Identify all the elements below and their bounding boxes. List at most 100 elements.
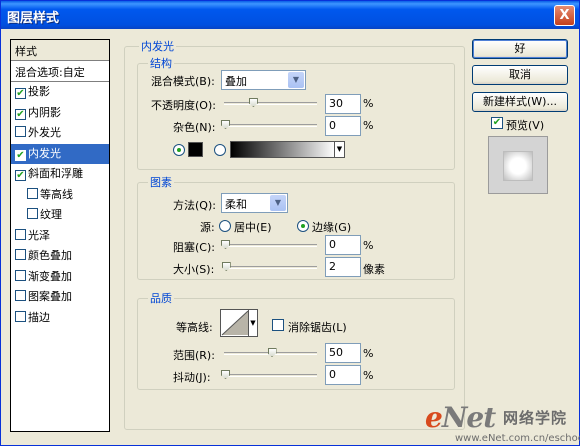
source-edge-radio[interactable] — [297, 220, 309, 232]
style-list-item[interactable]: 等高线 — [11, 185, 109, 206]
glow-gradient-swatch[interactable] — [230, 141, 336, 158]
opacity-slider-track[interactable] — [224, 102, 317, 105]
antialias-label[interactable]: 消除锯齿(L) — [288, 319, 347, 335]
contour-picker[interactable]: ▼ — [220, 309, 258, 337]
style-checkbox[interactable] — [15, 310, 26, 322]
style-list-item[interactable]: ✔ 内发光 — [11, 143, 109, 164]
style-list-item[interactable]: 渐变叠加 — [11, 267, 109, 288]
size-unit: 像素 — [363, 263, 385, 276]
noise-input[interactable]: 0 — [325, 116, 361, 136]
watermark-cn-text: 网络学院 — [503, 409, 568, 427]
style-list-header[interactable]: 样式 — [11, 40, 109, 61]
style-preview-thumbnail — [488, 136, 548, 194]
chevron-down-icon: ▼ — [270, 195, 286, 211]
ok-button[interactable]: 好 — [472, 39, 568, 59]
size-input[interactable]: 2 — [325, 257, 361, 277]
new-style-button[interactable]: 新建样式(W)... — [472, 92, 568, 112]
size-label: 大小(S): — [173, 263, 215, 276]
opacity-label: 不透明度(O): — [151, 99, 216, 112]
style-list-item-label: 颜色叠加 — [28, 249, 72, 262]
cancel-button[interactable]: 取消 — [472, 65, 568, 85]
style-checkbox[interactable] — [15, 290, 26, 301]
style-list-item-label: 内阴影 — [28, 105, 61, 119]
style-list-item[interactable]: ✔ 内阴影 — [11, 103, 109, 124]
style-list-item-label: 描边 — [28, 310, 50, 324]
range-input[interactable]: 50 — [325, 343, 361, 363]
preview-checkbox[interactable]: ✔ — [491, 117, 503, 129]
contour-curve-icon — [221, 310, 249, 336]
style-checkbox[interactable]: ✔ — [15, 88, 26, 99]
preview-swatch — [503, 151, 533, 181]
style-list-item-label: 外发光 — [28, 126, 61, 139]
style-checkbox[interactable]: ✔ — [15, 149, 26, 161]
choke-slider-track[interactable] — [224, 244, 317, 247]
style-checkbox[interactable] — [27, 187, 38, 199]
style-list-item[interactable]: 颜色叠加 — [11, 246, 109, 267]
style-checkbox[interactable]: ✔ — [15, 170, 26, 181]
contour-dropdown-arrow[interactable]: ▼ — [248, 310, 257, 336]
inner-glow-title: 内发光 — [139, 38, 176, 54]
blend-mode-value: 叠加 — [225, 75, 247, 88]
style-list-items: ✔ 投影 ✔ 内阴影 外发光 ✔ 内发光 ✔ 斜面和浮雕 等高线 纹理 光泽 颜色叠加 渐变叠加 图案叠加描… — [11, 82, 109, 328]
style-checkbox[interactable] — [15, 228, 26, 240]
gradient-dropdown-arrow[interactable]: ▼ — [334, 141, 345, 158]
structure-title: 结构 — [148, 55, 174, 71]
antialias-checkbox[interactable] — [272, 319, 284, 331]
jitter-label: 抖动(J): — [173, 371, 211, 384]
technique-select[interactable]: 柔和 ▼ — [221, 193, 288, 213]
source-label: 源: — [200, 221, 215, 234]
blend-mode-label: 混合模式(B): — [151, 75, 215, 88]
gradient-radio[interactable] — [214, 144, 226, 156]
style-checkbox[interactable] — [27, 208, 38, 219]
style-list-item-label: 渐变叠加 — [28, 269, 72, 283]
blend-mode-select[interactable]: 叠加 ▼ — [221, 70, 306, 90]
solid-color-radio[interactable] — [173, 144, 185, 156]
enet-watermark: eNet 网络学院 www.eNet.com.cn/eschool — [425, 401, 580, 445]
range-unit: % — [363, 347, 374, 360]
style-checkbox[interactable] — [15, 249, 26, 260]
style-list-item[interactable]: 描边 — [11, 308, 109, 329]
range-label: 范围(R): — [173, 349, 215, 362]
watermark-url: www.eNet.com.cn/eschool — [455, 433, 580, 444]
quality-title: 品质 — [148, 290, 174, 306]
style-list-item-label: 斜面和浮雕 — [28, 167, 83, 180]
style-list-item[interactable]: ✔ 投影 — [11, 82, 109, 103]
enet-logo: eNet — [425, 401, 496, 434]
window-title: 图层样式 — [7, 11, 60, 26]
noise-unit: % — [363, 119, 374, 132]
source-center-label[interactable]: 居中(E) — [234, 219, 272, 235]
glow-color-swatch[interactable] — [188, 142, 203, 157]
source-center-radio[interactable] — [219, 220, 231, 232]
style-list: 样式 混合选项:自定 ✔ 投影 ✔ 内阴影 外发光 ✔ 内发光 ✔ 斜面和浮雕 等高线 纹理 光泽 颜色… — [10, 39, 110, 432]
jitter-input[interactable]: 0 — [325, 365, 361, 385]
style-list-item[interactable]: 外发光 — [11, 123, 109, 144]
choke-input[interactable]: 0 — [325, 235, 361, 255]
layer-style-dialog: 图层样式 X 样式 混合选项:自定 ✔ 投影 ✔ 内阴影 外发光 ✔ 内发光 ✔ 斜面和浮雕 等高… — [0, 0, 580, 446]
source-edge-label[interactable]: 边缘(G) — [312, 219, 351, 235]
title-bar: 图层样式 X — [1, 1, 579, 29]
style-list-item-label: 纹理 — [40, 208, 62, 221]
style-list-item-label: 图案叠加 — [28, 290, 72, 303]
jitter-slider-track[interactable] — [224, 374, 317, 377]
blending-options-item[interactable]: 混合选项:自定 — [11, 61, 109, 82]
noise-label: 杂色(N): — [173, 121, 216, 134]
style-list-item[interactable]: ✔ 斜面和浮雕 — [11, 164, 109, 185]
style-list-item-label: 投影 — [28, 85, 50, 98]
noise-slider-track[interactable] — [224, 124, 317, 127]
close-button[interactable]: X — [554, 5, 575, 26]
style-checkbox[interactable]: ✔ — [15, 108, 26, 120]
preview-label[interactable]: 预览(V) — [506, 117, 544, 133]
style-checkbox[interactable] — [15, 269, 26, 281]
chevron-down-icon: ▼ — [288, 72, 304, 88]
size-slider-track[interactable] — [224, 266, 317, 269]
style-list-item[interactable]: 图案叠加 — [11, 287, 109, 308]
style-list-item-label: 光泽 — [28, 228, 50, 242]
style-list-item[interactable]: 纹理 — [11, 205, 109, 226]
choke-label: 阻塞(C): — [173, 241, 215, 254]
elements-title: 图素 — [148, 174, 174, 190]
style-list-item-label: 等高线 — [40, 187, 73, 201]
opacity-input[interactable]: 30 — [325, 94, 361, 114]
style-list-item[interactable]: 光泽 — [11, 226, 109, 247]
technique-label: 方法(Q): — [173, 199, 216, 212]
style-checkbox[interactable] — [15, 126, 26, 137]
